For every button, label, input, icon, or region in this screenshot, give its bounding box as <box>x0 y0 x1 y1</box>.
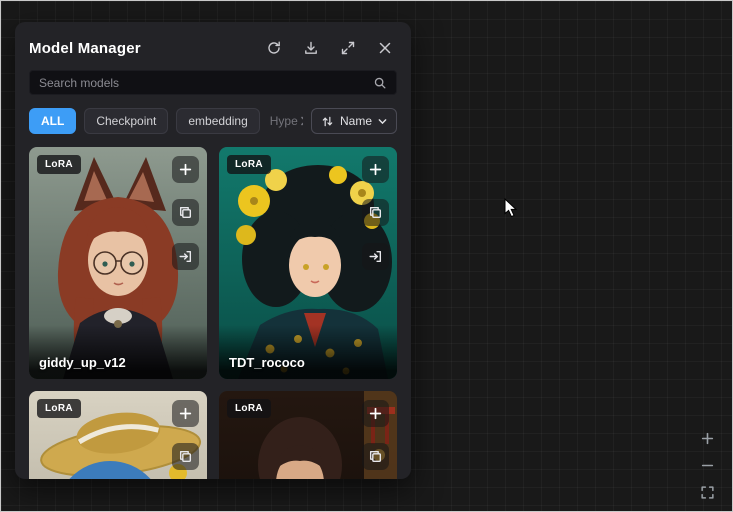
model-type-badge: LoRA <box>227 155 271 174</box>
filter-tab-hypernetwork[interactable]: Hype <box>268 109 303 133</box>
model-card[interactable]: LoRA giddy_up_v12 <box>29 147 207 379</box>
filter-bar: ALL Checkpoint embedding Hype Name <box>29 108 397 134</box>
chevron-right-icon <box>299 116 303 126</box>
mouse-cursor <box>504 198 518 218</box>
filter-tab-embedding[interactable]: embedding <box>176 108 259 134</box>
model-manager-panel: Model Manager <box>15 22 411 479</box>
sort-label: Name <box>340 114 372 128</box>
download-icon[interactable] <box>303 40 319 56</box>
canvas-toolbar <box>698 429 716 501</box>
zoom-in-button[interactable] <box>698 429 716 447</box>
filter-tab-checkpoint[interactable]: Checkpoint <box>84 108 168 134</box>
search-input[interactable] <box>39 76 373 90</box>
search-icon[interactable] <box>373 76 387 90</box>
search-bar <box>29 70 397 95</box>
model-name: giddy_up_v12 <box>29 325 207 379</box>
node-editor-canvas[interactable]: Model Manager <box>0 0 733 512</box>
load-model-icon[interactable] <box>362 243 389 270</box>
model-card[interactable]: LoRA TDT_rococo <box>219 147 397 379</box>
model-card[interactable]: LoRA <box>29 391 207 479</box>
sort-dropdown[interactable]: Name <box>311 108 397 134</box>
close-icon[interactable] <box>377 40 393 56</box>
add-model-button[interactable] <box>172 400 199 427</box>
model-name: TDT_rococo <box>219 325 397 379</box>
expand-icon[interactable] <box>340 40 356 56</box>
panel-header[interactable]: Model Manager <box>29 36 397 60</box>
model-card-grid: LoRA giddy_up_v12 <box>29 147 397 479</box>
model-type-badge: LoRA <box>227 399 271 418</box>
copy-icon[interactable] <box>362 443 389 470</box>
load-model-icon[interactable] <box>172 243 199 270</box>
copy-icon[interactable] <box>362 199 389 226</box>
copy-icon[interactable] <box>172 199 199 226</box>
fit-view-button[interactable] <box>698 483 716 501</box>
add-model-button[interactable] <box>362 156 389 183</box>
filter-tab-label: Hype <box>270 115 298 127</box>
zoom-out-button[interactable] <box>698 456 716 474</box>
add-model-button[interactable] <box>172 156 199 183</box>
page-title: Model Manager <box>29 40 141 57</box>
panel-header-actions <box>266 40 397 56</box>
filter-tab-all[interactable]: ALL <box>29 108 76 134</box>
refresh-icon[interactable] <box>266 40 282 56</box>
add-model-button[interactable] <box>362 400 389 427</box>
sort-icon <box>321 115 334 128</box>
model-type-badge: LoRA <box>37 155 81 174</box>
copy-icon[interactable] <box>172 443 199 470</box>
model-type-badge: LoRA <box>37 399 81 418</box>
model-card[interactable]: LoRA <box>219 391 397 479</box>
chevron-down-icon <box>378 117 387 126</box>
